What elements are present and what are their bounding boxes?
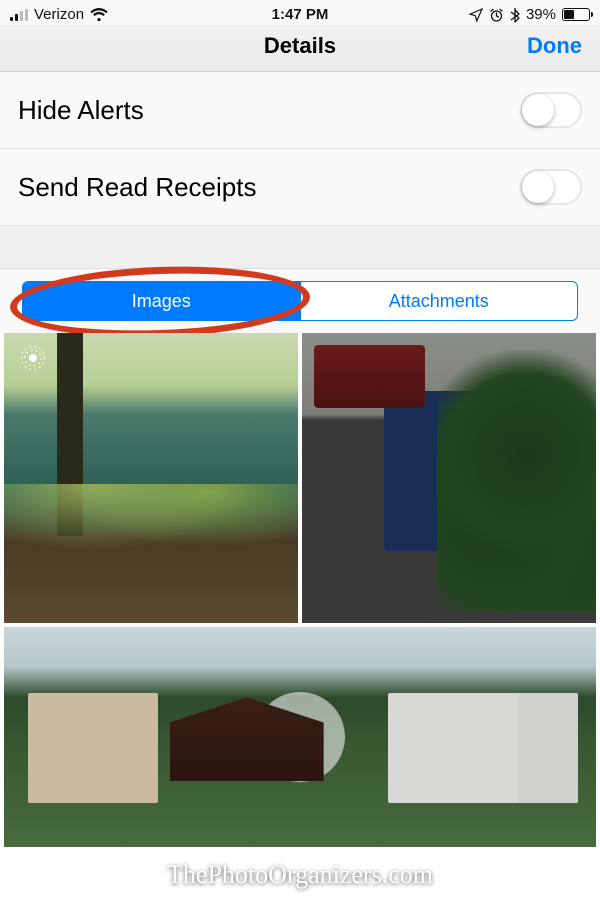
nav-bar: Details Done (0, 25, 600, 72)
watermark-text: ThePhotoOrganizers.com (0, 860, 600, 890)
image-thumbnail[interactable] (4, 333, 298, 623)
live-photo-icon (20, 345, 46, 371)
clock: 1:47 PM (180, 6, 420, 23)
video-thumbnail[interactable] (4, 627, 596, 847)
battery-icon (562, 8, 590, 21)
tab-images-label: Images (132, 291, 191, 312)
signal-bars-icon (10, 9, 28, 21)
tab-images[interactable]: Images (23, 282, 300, 320)
bluetooth-icon (510, 7, 520, 23)
done-button[interactable]: Done (512, 33, 582, 59)
tab-attachments-label: Attachments (389, 291, 489, 312)
read-receipts-row: Send Read Receipts (0, 148, 600, 225)
play-icon[interactable] (255, 692, 345, 782)
images-grid (0, 333, 600, 847)
location-icon (469, 8, 483, 22)
tab-attachments[interactable]: Attachments (300, 282, 578, 320)
hide-alerts-row: Hide Alerts (0, 72, 600, 148)
live-photo-icon (318, 345, 344, 371)
wifi-icon (90, 8, 108, 22)
status-bar: Verizon 1:47 PM 39% (0, 0, 600, 25)
segmented-control: Images Attachments (22, 281, 578, 321)
settings-list: Hide Alerts Send Read Receipts (0, 72, 600, 225)
carrier-label: Verizon (34, 6, 84, 23)
read-receipts-label: Send Read Receipts (18, 172, 256, 203)
page-title: Details (88, 33, 512, 59)
hide-alerts-toggle[interactable] (520, 92, 582, 128)
section-gap (0, 225, 600, 269)
alarm-icon (489, 8, 504, 22)
image-thumbnail[interactable] (302, 333, 596, 623)
battery-percentage: 39% (526, 6, 556, 23)
read-receipts-toggle[interactable] (520, 169, 582, 205)
hide-alerts-label: Hide Alerts (18, 95, 144, 126)
